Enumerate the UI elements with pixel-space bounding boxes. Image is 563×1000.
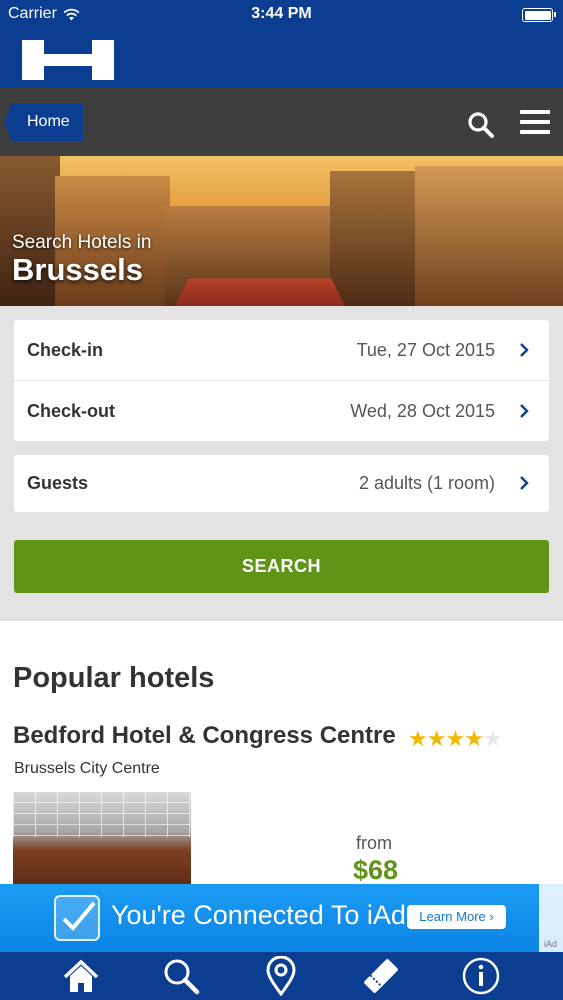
star-icon: ★ — [445, 726, 465, 751]
search-icon[interactable] — [161, 956, 201, 996]
guests-label: Guests — [27, 473, 89, 493]
hamburger-menu-icon[interactable] — [520, 110, 550, 136]
chevron-right-icon — [520, 476, 529, 490]
hero-building — [330, 171, 420, 306]
hotel-name[interactable]: Bedford Hotel & Congress Centre — [13, 722, 396, 750]
ad-tag: iAd — [543, 939, 557, 949]
star-empty-icon: ★ — [482, 726, 503, 751]
ad-banner[interactable]: You're Connected To iAd Learn More › iAd — [0, 884, 563, 952]
checkmark-icon — [54, 895, 100, 941]
checkin-value: Tue, 27 Oct 2015 — [356, 339, 495, 360]
hero-building — [415, 166, 563, 306]
chevron-right-icon — [520, 343, 529, 357]
price-from-label: from — [356, 833, 392, 853]
guests-row[interactable]: Guests 2 adults (1 room) — [14, 455, 549, 512]
info-icon[interactable] — [461, 956, 501, 996]
ticket-icon[interactable] — [361, 956, 401, 996]
date-card: Check-in Tue, 27 Oct 2015 Check-out Wed,… — [14, 320, 549, 441]
hotel-location: Brussels City Centre — [14, 760, 160, 777]
checkout-value: Wed, 28 Oct 2015 — [350, 400, 495, 421]
battery-icon — [522, 8, 556, 22]
learn-more-button[interactable]: Learn More › — [407, 905, 506, 929]
star-icon: ★ — [408, 726, 428, 751]
hero-subtitle: Search Hotels in — [12, 232, 152, 253]
ad-message: You're Connected To iAd — [111, 900, 406, 930]
guests-value: 2 adults (1 room) — [358, 473, 495, 493]
tab-bar — [0, 952, 563, 1000]
hotels-logo-icon[interactable] — [22, 40, 114, 80]
search-icon[interactable] — [467, 111, 495, 139]
checkin-row[interactable]: Check-in Tue, 27 Oct 2015 — [14, 320, 549, 380]
home-button[interactable]: Home — [4, 103, 83, 141]
star-rating: ★★★★★ — [408, 726, 503, 752]
flower-carpet — [175, 278, 345, 306]
clock: 3:44 PM — [251, 5, 312, 22]
checkin-label: Check-in — [27, 339, 104, 360]
guests-card: Guests 2 adults (1 room) — [14, 455, 549, 512]
search-button[interactable]: SEARCH — [14, 540, 549, 593]
hotel-photo-ceiling — [13, 792, 191, 837]
map-pin-icon[interactable] — [261, 956, 301, 996]
chevron-right-icon — [520, 404, 529, 418]
checkout-row[interactable]: Check-out Wed, 28 Oct 2015 — [14, 381, 549, 441]
brand-bar — [0, 30, 563, 88]
hero-city: Brussels — [12, 252, 143, 287]
home-icon[interactable] — [61, 956, 101, 996]
section-title: Popular hotels — [13, 662, 215, 694]
star-icon: ★ — [426, 726, 447, 751]
star-icon: ★ — [464, 726, 484, 751]
hero-banner: Search Hotels in Brussels — [0, 156, 563, 306]
checkout-label: Check-out — [27, 400, 116, 421]
status-bar: Carrier 3:44 PM — [0, 0, 563, 30]
hotel-price: $68 — [353, 855, 399, 885]
hotel-photo[interactable] — [13, 792, 191, 890]
